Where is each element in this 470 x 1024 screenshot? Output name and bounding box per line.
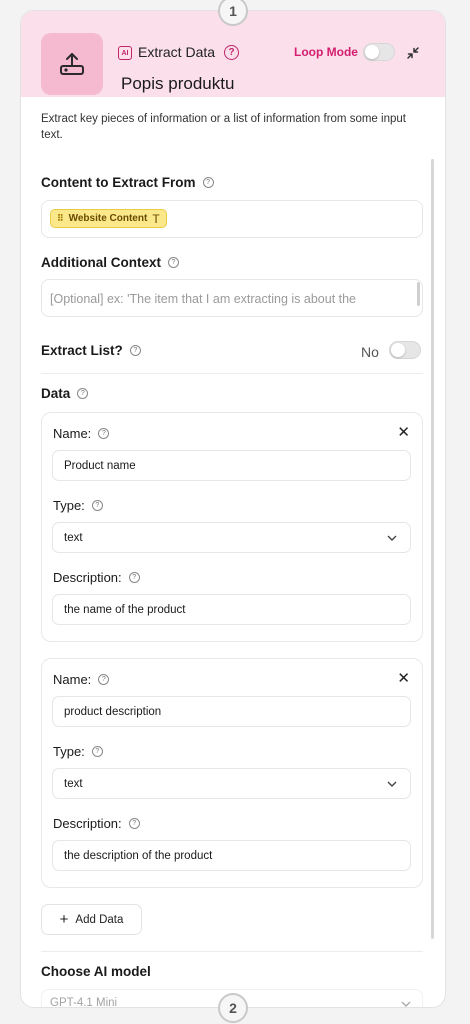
description-label: Description:?: [53, 816, 140, 831]
content-input[interactable]: ⠿ Website Content T: [41, 200, 423, 238]
help-icon[interactable]: ?: [128, 818, 140, 829]
variable-chip[interactable]: ⠿ Website Content T: [50, 209, 167, 228]
node-title[interactable]: Popis produktu: [121, 74, 234, 94]
loop-mode-label: Loop Mode: [294, 45, 358, 59]
context-section-label: Additional Context?: [41, 255, 179, 270]
extract-list-toggle[interactable]: [389, 341, 421, 359]
type-label: Type:?: [53, 498, 103, 513]
chevron-down-icon: [401, 1001, 411, 1007]
collapse-icon[interactable]: [405, 45, 421, 61]
textarea-scrollbar[interactable]: [417, 282, 420, 306]
extract-data-node-card[interactable]: AI Extract Data ? Loop Mode Popis produk…: [20, 10, 446, 1008]
help-icon[interactable]: ?: [129, 345, 141, 356]
type-select[interactable]: text: [52, 768, 411, 799]
chevron-down-icon: [387, 781, 397, 787]
description-label: Description:?: [53, 570, 140, 585]
step-number-bottom: 2: [218, 993, 248, 1023]
help-icon[interactable]: ?: [91, 500, 103, 511]
help-icon[interactable]: ?: [202, 177, 214, 188]
upload-tray-icon: [41, 33, 103, 95]
extract-list-value: No: [361, 344, 379, 360]
description-input[interactable]: the name of the product: [52, 594, 411, 625]
divider: [41, 951, 423, 952]
divider: [41, 373, 423, 374]
help-icon[interactable]: ?: [224, 45, 239, 60]
help-icon[interactable]: ?: [77, 388, 89, 399]
data-item-card: Name:? ✕ product description Type:? text…: [41, 658, 423, 888]
name-input[interactable]: product description: [52, 696, 411, 727]
help-icon[interactable]: ?: [98, 674, 110, 685]
model-section-label: Choose AI model: [41, 964, 151, 979]
node-type-label: Extract Data: [138, 44, 216, 60]
type-label: Type:?: [53, 744, 103, 759]
description-input[interactable]: the description of the product: [52, 840, 411, 871]
extract-list-label: Extract List??: [41, 343, 141, 358]
loop-mode-toggle[interactable]: [363, 43, 395, 61]
text-type-icon: T: [152, 211, 160, 226]
panel-scrollbar[interactable]: [431, 159, 434, 939]
content-section-label: Content to Extract From?: [41, 175, 214, 190]
remove-item-icon[interactable]: ✕: [397, 423, 410, 441]
node-description: Extract key pieces of information or a l…: [41, 113, 406, 141]
context-placeholder: [Optional] ex: 'The item that I am extra…: [50, 292, 357, 306]
data-section-label: Data?: [41, 386, 89, 401]
ai-badge-icon: AI: [118, 46, 132, 60]
context-textarea[interactable]: [Optional] ex: 'The item that I am extra…: [41, 279, 423, 317]
help-icon[interactable]: ?: [128, 572, 140, 583]
name-label: Name:?: [53, 672, 110, 687]
name-label: Name:?: [53, 426, 110, 441]
help-icon[interactable]: ?: [98, 428, 110, 439]
plus-icon: +: [59, 911, 69, 928]
type-select[interactable]: text: [52, 522, 411, 553]
drag-handle-icon[interactable]: ⠿: [57, 213, 64, 224]
help-icon[interactable]: ?: [168, 257, 179, 268]
model-value: GPT-4.1 Mini: [50, 997, 118, 1008]
remove-item-icon[interactable]: ✕: [397, 669, 410, 687]
chevron-down-icon: [387, 535, 397, 541]
add-data-button[interactable]: + Add Data: [41, 904, 142, 935]
name-input[interactable]: Product name: [52, 450, 411, 481]
help-icon[interactable]: ?: [91, 746, 103, 757]
data-item-card: Name:? ✕ Product name Type:? text Descri…: [41, 412, 423, 642]
